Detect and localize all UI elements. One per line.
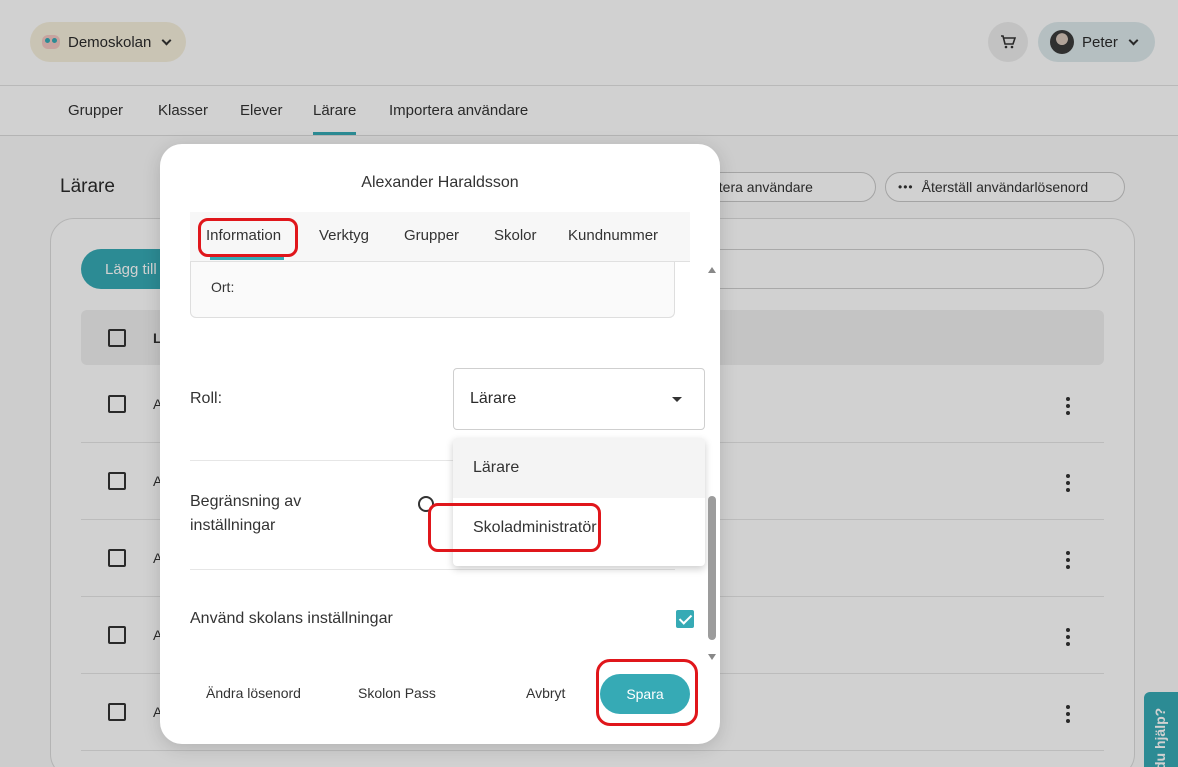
use-school-settings-checkbox[interactable]	[676, 610, 694, 628]
change-password-button[interactable]: Ändra lösenord	[206, 685, 301, 701]
skolon-pass-button[interactable]: Skolon Pass	[358, 685, 436, 701]
section-divider	[190, 569, 675, 570]
role-option-label: Lärare	[473, 459, 520, 476]
use-school-settings-label: Använd skolans inställningar	[190, 610, 393, 627]
modal-scroll-area[interactable]: Ort: Roll: Lärare Begränsning av inställ…	[190, 262, 705, 662]
limit-settings-label-line2: inställningar	[190, 517, 276, 534]
annotation-highlight-save-button	[596, 659, 698, 726]
ort-field[interactable]: Ort:	[190, 262, 675, 318]
role-select-value: Lärare	[470, 390, 517, 407]
tab-skolor[interactable]: Skolor	[494, 227, 537, 244]
tab-kundnummer[interactable]: Kundnummer	[568, 227, 658, 244]
cancel-button[interactable]: Avbryt	[526, 685, 565, 701]
tab-verktyg[interactable]: Verktyg	[319, 227, 369, 244]
ort-label: Ort:	[211, 279, 235, 295]
scroll-down-arrow-icon[interactable]	[708, 654, 716, 660]
limit-settings-label-line1: Begränsning av	[190, 493, 302, 510]
annotation-highlight-information-tab	[198, 218, 298, 257]
annotation-highlight-skoladministrator	[428, 503, 601, 552]
dropdown-caret-icon	[672, 397, 682, 402]
role-label: Roll:	[190, 390, 223, 407]
tab-grupper[interactable]: Grupper	[404, 227, 459, 244]
scroll-thumb[interactable]	[708, 496, 716, 640]
scroll-up-arrow-icon[interactable]	[708, 267, 716, 273]
role-option-larare[interactable]: Lärare	[453, 438, 705, 498]
role-select[interactable]: Lärare	[453, 368, 705, 430]
modal-title: Alexander Haraldsson	[361, 174, 519, 191]
modal-scrollbar[interactable]	[706, 262, 718, 662]
